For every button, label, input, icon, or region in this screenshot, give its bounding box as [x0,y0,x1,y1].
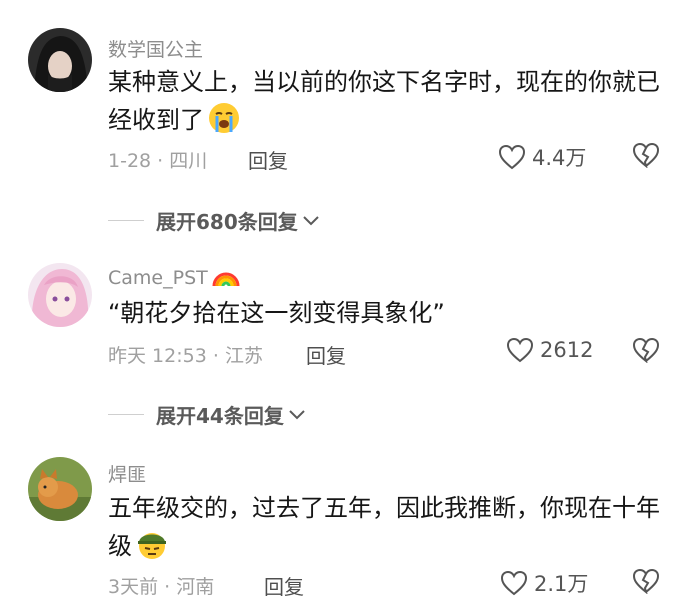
comment-meta: 昨天 12:53 · 江苏 [108,341,263,368]
username[interactable]: Came_PST [108,266,240,293]
broken-heart-icon [632,568,660,595]
comment-text: 五年级交的，过去了五年，因此我推断，你现在十年级 [108,489,660,571]
expand-replies-button[interactable]: 展开44条回复 [108,400,306,429]
comment-location: 河南 [176,576,215,598]
expand-replies-label: 展开680条回复 [156,210,298,234]
reply-button[interactable]: 回复 [264,571,304,600]
reply-button[interactable]: 回复 [306,340,346,369]
dislike-button[interactable] [632,142,660,172]
comment-text-content: “朝花夕拾在这一刻变得具象化” [108,299,445,327]
avatar[interactable] [28,28,92,92]
username-text: Came_PST [108,267,208,289]
like-button[interactable]: 2.1万 [500,568,588,598]
meta-separator: · [157,150,164,172]
like-count: 2612 [540,338,594,362]
chevron-down-icon [303,215,319,225]
like-count: 4.4万 [532,146,587,170]
dislike-button[interactable] [632,337,660,367]
expand-replies-label: 展开44条回复 [156,404,284,428]
meta-separator: · [212,345,219,367]
expand-replies-button[interactable]: 展开680条回复 [108,206,320,235]
comment-text-content: 某种意义上，当以前的你这下名字时，现在的你就已经收到了 [108,68,660,134]
broken-heart-icon [632,142,660,169]
meta-separator: · [164,576,171,598]
comment-text-content: 五年级交的，过去了五年，因此我推断，你现在十年级 [108,494,660,560]
avatar[interactable] [28,457,92,521]
comment-date: 3天前 [108,576,159,598]
comment-date: 1-28 [108,150,152,172]
dislike-button[interactable] [632,568,660,598]
comment-meta: 3天前 · 河南 [108,572,214,599]
comment-date: 昨天 12:53 [108,345,207,367]
soldier-face-icon [136,528,168,571]
comment-location: 江苏 [224,345,263,367]
rainbow-icon [212,266,240,293]
heart-icon [506,337,534,363]
broken-heart-icon [632,337,660,364]
avatar[interactable] [28,263,92,327]
username[interactable]: 焊匪 [108,460,146,487]
comment-text: “朝花夕拾在这一刻变得具象化” [108,294,660,332]
like-button[interactable]: 4.4万 [498,142,586,172]
reply-button[interactable]: 回复 [248,145,288,174]
username[interactable]: 数学国公主 [108,35,203,62]
chevron-down-icon [289,409,305,419]
comment-meta: 1-28 · 四川 [108,146,207,173]
heart-icon [500,570,528,596]
heart-icon [498,144,526,170]
divider [108,220,144,221]
like-button[interactable]: 2612 [506,337,593,363]
divider [108,414,144,415]
like-count: 2.1万 [534,572,589,596]
comment-location: 四川 [169,150,208,172]
crying-face-icon [208,102,240,145]
comment-text: 某种意义上，当以前的你这下名字时，现在的你就已经收到了 [108,63,660,145]
